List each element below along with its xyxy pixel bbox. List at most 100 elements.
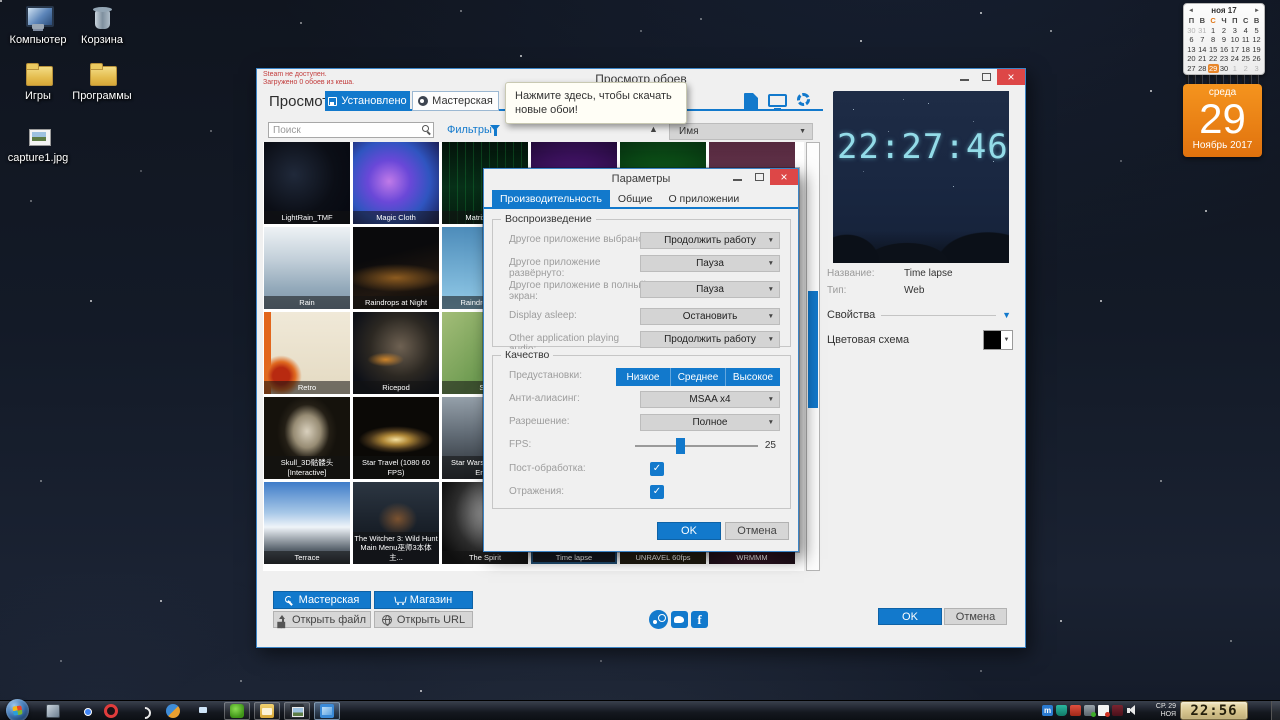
calendar-day-cell[interactable]: 7	[1197, 35, 1208, 45]
wallpaper-tile[interactable]: LightRain_TMF	[264, 142, 350, 224]
taskbar-button-photos[interactable]	[284, 702, 310, 720]
dialog-ok-button[interactable]: OK	[657, 522, 721, 540]
playback-row-dropdown[interactable]: Продолжить работу▼	[640, 331, 780, 348]
open-url-button[interactable]: Открыть URL	[374, 611, 473, 628]
scrollbar-thumb[interactable]	[808, 291, 818, 408]
search-input[interactable]	[273, 123, 413, 137]
taskbar-icon-opera[interactable]	[104, 704, 118, 718]
calendar-prev-icon[interactable]: ◄	[1188, 8, 1194, 14]
wallpaper-tile[interactable]: Ricepod	[353, 312, 439, 394]
open-file-icon[interactable]	[744, 93, 758, 110]
calendar-day-cell[interactable]: 29	[1208, 64, 1219, 74]
calendar-day-cell[interactable]: 9	[1219, 35, 1230, 45]
close-button[interactable]: ×	[997, 69, 1025, 85]
tab-installed[interactable]: Установлено	[325, 91, 410, 111]
calendar-day-cell[interactable]: 22	[1208, 54, 1219, 64]
sort-direction-button[interactable]: ▲	[649, 124, 658, 134]
calendar-day-cell[interactable]: 28	[1197, 64, 1208, 74]
workshop-button[interactable]: Мастерская	[273, 591, 371, 609]
taskbar-date[interactable]: СР. 29 НОЯ	[1146, 703, 1176, 719]
wallpaper-tile[interactable]: Retro	[264, 312, 350, 394]
tray-icon-gray[interactable]	[1084, 705, 1095, 716]
tray-icon-volume[interactable]	[1126, 705, 1137, 716]
tray-icon-darkred[interactable]	[1112, 705, 1123, 716]
desktop-icon-bin[interactable]: Корзина	[70, 4, 134, 46]
dialog-close-button[interactable]: ×	[770, 169, 798, 185]
playback-row-dropdown[interactable]: Пауза▼	[640, 255, 780, 272]
tray-icon-shield[interactable]	[1056, 705, 1067, 716]
dialog-maximize-button[interactable]	[748, 169, 770, 185]
reflections-checkbox[interactable]: ✓	[650, 485, 664, 499]
fps-slider-track[interactable]	[635, 445, 758, 447]
desktop-icon-folder[interactable]: Программы	[64, 60, 140, 102]
tab-workshop[interactable]: Мастерская	[412, 91, 499, 111]
calendar-day-cell[interactable]: 3	[1251, 64, 1262, 74]
calendar-day-cell[interactable]: 25	[1240, 54, 1251, 64]
properties-expander[interactable]: Свойства ▼	[827, 309, 1011, 321]
preset-high-button[interactable]: Высокое	[726, 368, 780, 386]
calendar-day-cell[interactable]: 3	[1229, 26, 1240, 36]
calendar-day-cell[interactable]: 2	[1219, 26, 1230, 36]
preset-low-button[interactable]: Низкое	[616, 368, 671, 386]
show-desktop-button[interactable]	[1271, 701, 1280, 720]
wallpaper-tile[interactable]: Rain	[264, 227, 350, 309]
calendar-day-cell[interactable]: 1	[1229, 64, 1240, 74]
displays-icon[interactable]	[768, 94, 787, 107]
wallpaper-tile[interactable]: Raindrops at Night	[353, 227, 439, 309]
calendar-day-cell[interactable]: 8	[1208, 35, 1219, 45]
calendar-day-cell[interactable]: 15	[1208, 45, 1219, 55]
taskbar-icon-roundapp[interactable]	[166, 704, 180, 718]
calendar-day-cell[interactable]: 30	[1186, 26, 1197, 36]
taskbar-clock[interactable]: 22:56	[1180, 701, 1248, 720]
settings-gear-icon[interactable]	[797, 93, 810, 106]
calendar-day-cell[interactable]: 26	[1251, 54, 1262, 64]
open-file-button[interactable]: Открыть файл	[273, 611, 371, 628]
wallpaper-tile[interactable]: Star Travel (1080 60 FPS)	[353, 397, 439, 479]
calendar-day-cell[interactable]: 5	[1251, 26, 1262, 36]
wallpaper-tile[interactable]: Skull_3D骷髅头 [Interactive]	[264, 397, 350, 479]
grid-scrollbar[interactable]	[806, 142, 820, 571]
calendar-day-cell[interactable]: 17	[1229, 45, 1240, 55]
antialias-dropdown[interactable]: MSAA x4 ▼	[640, 391, 780, 408]
taskbar-button-explorer[interactable]	[254, 702, 280, 720]
minimize-button[interactable]	[953, 69, 975, 85]
calendar-day-cell[interactable]: 2	[1240, 64, 1251, 74]
steam-social-icon[interactable]	[649, 610, 668, 629]
calendar-day-cell[interactable]: 14	[1197, 45, 1208, 55]
calendar-day-cell[interactable]: 19	[1251, 45, 1262, 55]
calendar-day-cell[interactable]: 30	[1219, 64, 1230, 74]
facebook-icon[interactable]: f	[691, 611, 708, 628]
calendar-day-cell[interactable]: 1	[1208, 26, 1219, 36]
calendar-day-cell[interactable]: 16	[1219, 45, 1230, 55]
taskbar-icon-remote[interactable]	[46, 704, 60, 718]
tab-performance[interactable]: Производительность	[492, 190, 610, 208]
start-button[interactable]	[6, 699, 29, 720]
twitter-icon[interactable]	[671, 611, 688, 628]
window-cancel-button[interactable]: Отмена	[944, 608, 1007, 625]
desktop-icon-computer[interactable]: Компьютер	[6, 4, 70, 46]
dialog-minimize-button[interactable]	[726, 169, 748, 185]
playback-row-dropdown[interactable]: Пауза▼	[640, 281, 780, 298]
calendar-day-cell[interactable]: 12	[1251, 35, 1262, 45]
dialog-cancel-button[interactable]: Отмена	[725, 522, 789, 540]
tab-general[interactable]: Общие	[610, 190, 661, 208]
tray-icon-red[interactable]	[1070, 705, 1081, 716]
calendar-next-icon[interactable]: ►	[1254, 8, 1260, 14]
calendar-day-cell[interactable]: 31	[1197, 26, 1208, 36]
desktop-icon-folder[interactable]: Игры	[6, 60, 70, 102]
calendar-day-cell[interactable]: 24	[1229, 54, 1240, 64]
calendar-day-cell[interactable]: 27	[1186, 64, 1197, 74]
calendar-day-cell[interactable]: 6	[1186, 35, 1197, 45]
taskbar-button-green[interactable]	[224, 702, 250, 720]
tray-icon-m[interactable]: m	[1042, 705, 1053, 716]
resolution-dropdown[interactable]: Полное ▼	[640, 414, 780, 431]
wallpaper-tile[interactable]: Magic Cloth	[353, 142, 439, 224]
calendar-day-cell[interactable]: 13	[1186, 45, 1197, 55]
tab-about[interactable]: О приложении	[660, 190, 747, 208]
playback-row-dropdown[interactable]: Продолжить работу▼	[640, 232, 780, 249]
fps-slider-thumb[interactable]	[676, 438, 685, 454]
calendar-day-cell[interactable]: 20	[1186, 54, 1197, 64]
calendar-day-cell[interactable]: 18	[1240, 45, 1251, 55]
calendar-day-cell[interactable]: 21	[1197, 54, 1208, 64]
filters-link[interactable]: Фильтры	[447, 124, 492, 136]
